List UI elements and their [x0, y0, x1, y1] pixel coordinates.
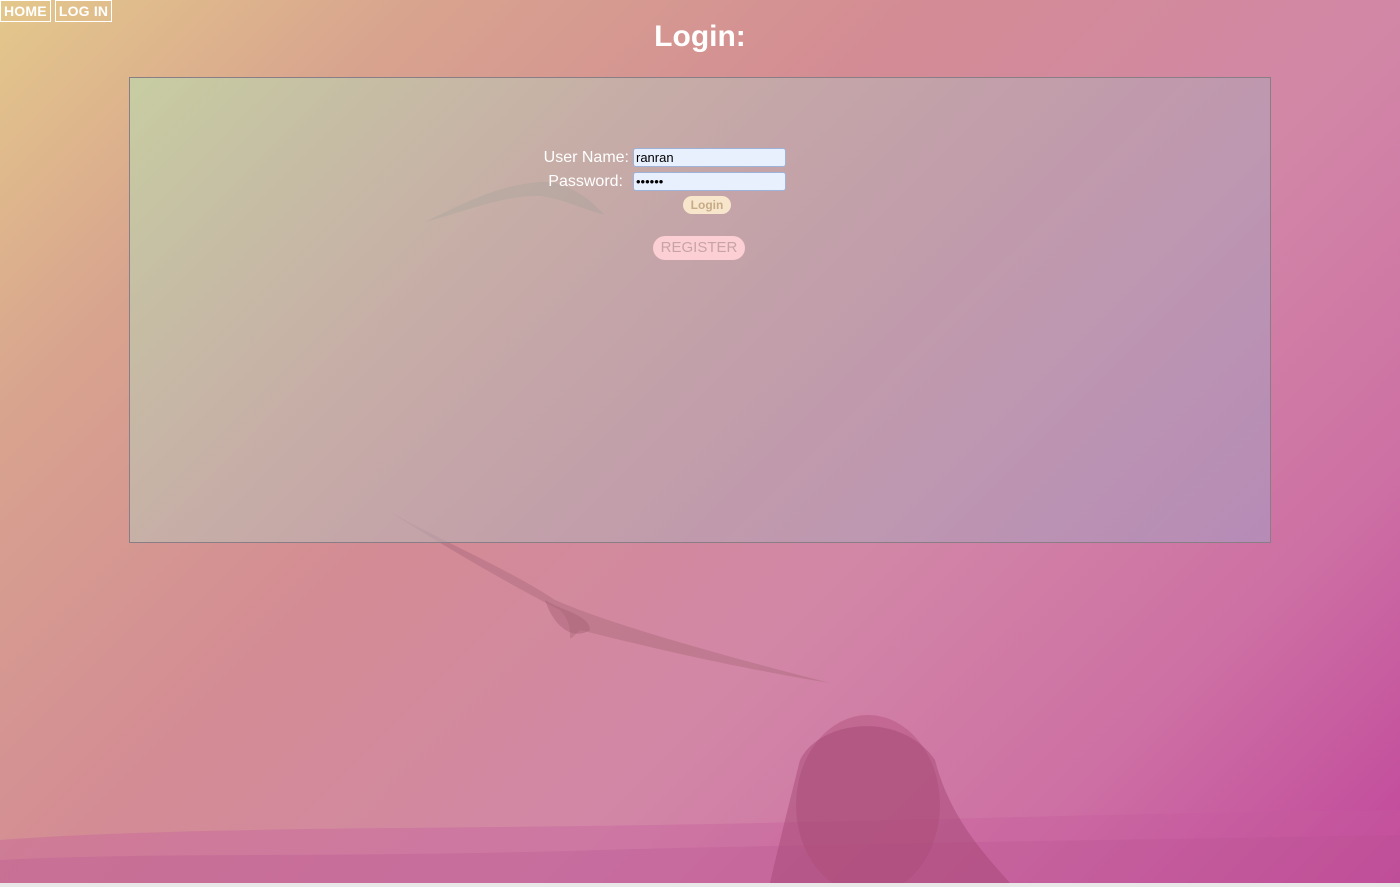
window-bottom-edge: [0, 883, 1400, 887]
username-row: User Name: ranran: [543, 148, 786, 167]
login-panel: User Name: ranran Password: •••••• Login…: [129, 77, 1271, 543]
username-field[interactable]: ranran: [633, 148, 786, 167]
password-field[interactable]: ••••••: [633, 172, 786, 191]
password-label: Password:: [548, 172, 623, 190]
password-row: Password: ••••••: [543, 172, 786, 191]
page-title: Login:: [654, 20, 746, 53]
login-button[interactable]: Login: [683, 196, 731, 214]
username-label: User Name:: [543, 148, 629, 166]
register-button[interactable]: REGISTER: [653, 236, 745, 260]
